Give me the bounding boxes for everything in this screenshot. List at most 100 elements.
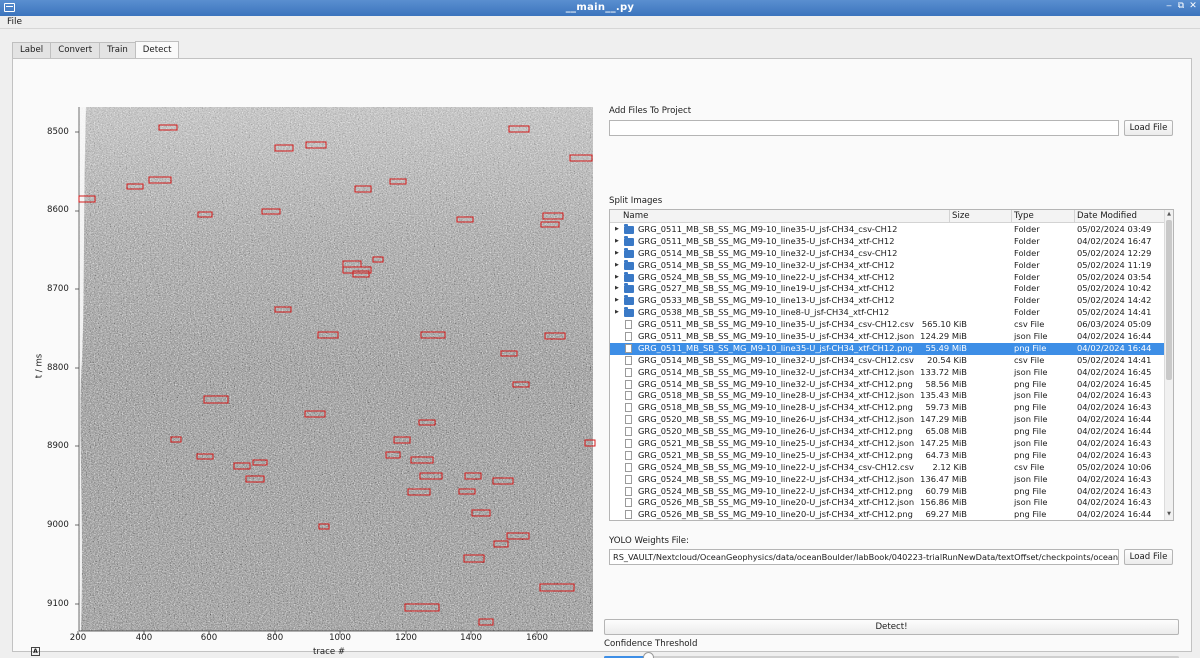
row-type: png File: [1014, 449, 1047, 460]
file-icon: [625, 343, 632, 353]
expand-arrow-icon[interactable]: ▶: [615, 224, 619, 236]
minimize-icon[interactable]: ‒: [1163, 1, 1175, 11]
tree-folder-row[interactable]: ▶ GRG_0511_MB_SB_SS_MG_M9-10_line35-U_jsf…: [610, 235, 1165, 248]
tab-label[interactable]: Label: [12, 42, 52, 58]
row-date: 04/02/2024 16:44: [1077, 509, 1152, 520]
row-name: GRG_0524_MB_SB_SS_MG_M9-10_line22-U_jsf-…: [638, 271, 895, 282]
tree-file-row[interactable]: GRG_0524_MB_SB_SS_MG_M9-10_line22-U_jsf-…: [610, 462, 1165, 474]
tree-file-row[interactable]: GRG_0526_MB_SB_SS_MG_M9-10_line20-U_jsf-…: [610, 497, 1165, 509]
file-icon: [625, 427, 632, 437]
tree-file-row[interactable]: GRG_0521_MB_SB_SS_MG_M9-10_line25-U_jsf-…: [610, 438, 1165, 450]
x-tick-label: 200: [69, 633, 87, 643]
expand-arrow-icon[interactable]: ▶: [615, 307, 619, 319]
split-images-tree[interactable]: Name Size Type Date Modified ▶ GRG_0511_M…: [609, 209, 1174, 521]
tab-detect[interactable]: Detect: [134, 41, 180, 58]
add-files-label: Add Files To Project: [609, 106, 692, 116]
tree-file-row[interactable]: GRG_0524_MB_SB_SS_MG_M9-10_line22-U_jsf-…: [610, 474, 1165, 486]
maximize-icon[interactable]: ⧉: [1175, 1, 1187, 11]
row-type: png File: [1014, 509, 1047, 520]
row-name: GRG_0533_MB_SB_SS_MG_M9-10_line13-U_jsf-…: [638, 295, 895, 306]
row-size: 147.29 MiB: [920, 414, 967, 425]
expand-arrow-icon[interactable]: ▶: [615, 248, 619, 260]
row-name: GRG_0520_MB_SB_SS_MG_M9-10_line26-U_jsf-…: [638, 426, 913, 437]
row-type: png File: [1014, 426, 1047, 437]
row-type: json File: [1014, 497, 1048, 508]
row-size: 69.27 MiB: [925, 509, 967, 520]
menu-file[interactable]: File: [7, 17, 22, 27]
add-files-load-button[interactable]: Load File: [1124, 120, 1173, 136]
row-date: 05/02/2024 03:54: [1077, 271, 1152, 282]
row-date: 05/02/2024 14:42: [1077, 295, 1152, 306]
tree-folder-row[interactable]: ▶ GRG_0524_MB_SB_SS_MG_M9-10_line22-U_jsf…: [610, 271, 1165, 284]
tree-file-row[interactable]: GRG_0514_MB_SB_SS_MG_M9-10_line32-U_jsf-…: [610, 367, 1165, 379]
plot-canvas: [75, 107, 596, 635]
tree-scrollbar[interactable]: ▲ ▼: [1164, 210, 1173, 520]
row-type: Folder: [1014, 271, 1040, 282]
row-size: 136.47 MiB: [920, 473, 967, 484]
expand-arrow-icon[interactable]: ▶: [615, 295, 619, 307]
tree-file-row[interactable]: GRG_0511_MB_SB_SS_MG_M9-10_line35-U_jsf-…: [610, 331, 1165, 343]
y-tick-label: 9000: [47, 520, 69, 530]
tree-file-row[interactable]: GRG_0514_MB_SB_SS_MG_M9-10_line32-U_jsf-…: [610, 355, 1165, 367]
column-date-modified[interactable]: Date Modified: [1074, 210, 1137, 223]
column-name[interactable]: Name: [623, 211, 648, 221]
row-name: GRG_0511_MB_SB_SS_MG_M9-10_line35-U_jsf-…: [638, 331, 915, 342]
detect-button[interactable]: Detect!: [604, 619, 1179, 635]
scrollbar-thumb[interactable]: [1166, 220, 1172, 380]
y-tick-label: 8700: [47, 284, 69, 294]
column-size[interactable]: Size: [949, 210, 970, 223]
tree-file-row[interactable]: GRG_0521_MB_SB_SS_MG_M9-10_line25-U_jsf-…: [610, 450, 1165, 462]
row-size: 135.43 MiB: [920, 390, 967, 401]
seismic-fade: [79, 107, 593, 631]
row-date: 04/02/2024 16:45: [1077, 366, 1152, 377]
scroll-up-icon[interactable]: ▲: [1165, 211, 1173, 217]
row-size: 65.08 MiB: [925, 426, 967, 437]
confidence-slider-handle[interactable]: [643, 652, 654, 658]
tree-folder-row[interactable]: ▶ GRG_0527_MB_SB_SS_MG_M9-10_line19-U_jsf…: [610, 283, 1165, 295]
expand-arrow-icon[interactable]: ▶: [615, 283, 619, 295]
tab-convert[interactable]: Convert: [50, 42, 101, 58]
row-type: csv File: [1014, 354, 1045, 365]
row-type: png File: [1014, 402, 1047, 413]
tree-file-row[interactable]: GRG_0518_MB_SB_SS_MG_M9-10_line28-U_jsf-…: [610, 390, 1165, 402]
tree-folder-row[interactable]: ▶ GRG_0514_MB_SB_SS_MG_M9-10_line32-U_jsf…: [610, 259, 1165, 272]
tree-folder-row[interactable]: ▶ GRG_0538_MB_SB_SS_MG_M9-10_line8-U_jsf-…: [610, 307, 1165, 319]
yolo-weights-label: YOLO Weights File:: [609, 536, 689, 546]
file-icon: [625, 391, 632, 401]
yolo-weights-input[interactable]: RS_VAULT/Nextcloud/OceanGeophysics/data/…: [609, 549, 1119, 565]
expand-arrow-icon[interactable]: ▶: [615, 236, 619, 248]
close-icon[interactable]: ✕: [1187, 1, 1199, 11]
tree-folder-row[interactable]: ▶ GRG_0511_MB_SB_SS_MG_M9-10_line35-U_jsf…: [610, 224, 1165, 236]
row-date: 04/02/2024 16:43: [1077, 438, 1152, 449]
row-type: json File: [1014, 414, 1048, 425]
yolo-load-button[interactable]: Load File: [1124, 549, 1173, 565]
tree-file-row[interactable]: GRG_0520_MB_SB_SS_MG_M9-10_line26-U_jsf-…: [610, 426, 1165, 438]
file-icon: [625, 450, 632, 460]
tree-folder-row[interactable]: ▶ GRG_0533_MB_SB_SS_MG_M9-10_line13-U_jsf…: [610, 295, 1165, 307]
tree-file-row[interactable]: GRG_0520_MB_SB_SS_MG_M9-10_line26-U_jsf-…: [610, 414, 1165, 426]
column-type[interactable]: Type: [1011, 210, 1034, 223]
tab-train[interactable]: Train: [99, 42, 136, 58]
add-files-input[interactable]: [609, 120, 1119, 136]
detection-plot: 8500 8600 8700 8800 8900 9000 9100 200 4…: [13, 59, 605, 657]
tree-file-row[interactable]: GRG_0514_MB_SB_SS_MG_M9-10_line32-U_jsf-…: [610, 379, 1165, 391]
expand-arrow-icon[interactable]: ▶: [615, 260, 619, 272]
tree-file-row[interactable]: GRG_0524_MB_SB_SS_MG_M9-10_line22-U_jsf-…: [610, 486, 1165, 498]
row-size: 2.12 KiB: [932, 461, 967, 472]
row-date: 05/02/2024 14:41: [1077, 354, 1152, 365]
folder-icon: [624, 259, 634, 270]
row-size: 55.49 MiB: [925, 342, 967, 353]
window-titlebar: __main__.py ‒ ⧉ ✕: [0, 0, 1200, 16]
row-type: json File: [1014, 473, 1048, 484]
tree-file-row[interactable]: GRG_0511_MB_SB_SS_MG_M9-10_line35-U_jsf-…: [610, 319, 1165, 331]
tree-file-row[interactable]: GRG_0511_MB_SB_SS_MG_M9-10_line35-U_jsf-…: [610, 342, 1165, 355]
row-date: 04/02/2024 16:47: [1077, 235, 1152, 246]
tree-folder-row[interactable]: ▶ GRG_0514_MB_SB_SS_MG_M9-10_line32-U_jsf…: [610, 247, 1165, 260]
tree-file-row[interactable]: GRG_0518_MB_SB_SS_MG_M9-10_line28-U_jsf-…: [610, 402, 1165, 414]
row-type: csv File: [1014, 461, 1045, 472]
row-name: GRG_0514_MB_SB_SS_MG_M9-10_line32-U_jsf-…: [638, 259, 895, 270]
plot-home-icon[interactable]: A: [31, 647, 40, 656]
expand-arrow-icon[interactable]: ▶: [615, 272, 619, 284]
scroll-down-icon[interactable]: ▼: [1165, 511, 1173, 517]
tree-file-row[interactable]: GRG_0526_MB_SB_SS_MG_M9-10_line20-U_jsf-…: [610, 509, 1165, 520]
